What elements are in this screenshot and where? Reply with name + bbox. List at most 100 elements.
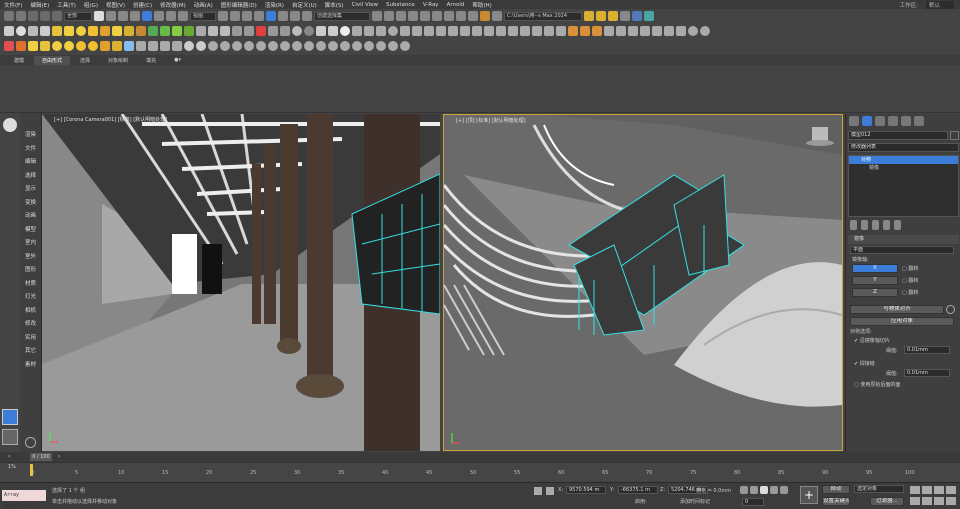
- gradient-sphere-icon[interactable]: [304, 26, 314, 36]
- pill-light-icon[interactable]: [52, 41, 62, 51]
- rect-selection-icon[interactable]: [118, 11, 128, 21]
- current-frame-field[interactable]: 0: [742, 498, 764, 506]
- corona-logo-icon[interactable]: [292, 26, 302, 36]
- set-project-icon[interactable]: [584, 11, 594, 21]
- next-key-icon[interactable]: [770, 486, 778, 494]
- viewport-label[interactable]: [+] [Corona Camera001] [标准] [默认明暗处理]: [54, 116, 167, 123]
- blend-material-icon[interactable]: [268, 41, 278, 51]
- decal-icon[interactable]: [196, 26, 206, 36]
- question-icon[interactable]: [700, 26, 710, 36]
- viewport-camera[interactable]: [+] [Corona Camera001] [标准] [默认明暗处理]: [42, 114, 440, 451]
- weld-seam-checkbox[interactable]: ✔ 焊接缝: [854, 360, 875, 367]
- portal-icon[interactable]: [112, 41, 122, 51]
- lightning-icon[interactable]: [4, 41, 14, 51]
- schematic-view-icon[interactable]: [432, 11, 442, 21]
- add-key-icon[interactable]: +: [800, 486, 818, 504]
- next-frame-icon[interactable]: ›: [58, 453, 60, 460]
- light-dome-icon[interactable]: [100, 26, 110, 36]
- tab-selection[interactable]: 选择: [72, 56, 98, 65]
- cmd-select[interactable]: 选择: [20, 170, 41, 184]
- tab-object-paint[interactable]: 对象绘制: [100, 56, 136, 65]
- vray-logo-icon[interactable]: [340, 26, 350, 36]
- toon-material-icon[interactable]: [292, 41, 302, 51]
- axis-x-button[interactable]: X: [852, 264, 898, 273]
- show-end-result-icon[interactable]: [861, 220, 868, 230]
- cmd-interior[interactable]: 室内: [20, 237, 41, 251]
- teapot-icon[interactable]: [4, 26, 14, 36]
- menu-graph-editors[interactable]: 图形编辑器(D): [221, 1, 257, 9]
- keyboard-shortcut-icon[interactable]: [242, 11, 252, 21]
- rollout-header[interactable]: 镜像: [848, 235, 959, 244]
- utilities-tab-icon[interactable]: [914, 116, 924, 126]
- active-view-icon[interactable]: [632, 11, 642, 21]
- cmd-transform[interactable]: 变换: [20, 197, 41, 211]
- vray-material-icon[interactable]: [244, 41, 254, 51]
- track-bar-icon[interactable]: 1%: [8, 464, 16, 470]
- menu-civil-view[interactable]: Civil View: [352, 2, 378, 8]
- gear-icon[interactable]: [25, 437, 36, 448]
- save-icon[interactable]: [620, 11, 630, 21]
- select-by-name-icon[interactable]: [106, 11, 116, 21]
- bitmap-icon[interactable]: [364, 41, 374, 51]
- scale-nodes-icon[interactable]: [496, 26, 506, 36]
- boolean-icon[interactable]: [628, 26, 638, 36]
- align-to-object-button[interactable]: 与物体对齐: [850, 305, 944, 314]
- modify-tab-icon[interactable]: [862, 116, 872, 126]
- bulb-icon[interactable]: [676, 26, 686, 36]
- snowflake-icon[interactable]: [484, 26, 494, 36]
- ring-icon[interactable]: [220, 41, 230, 51]
- y-coordinate-field[interactable]: -66375.1 m: [618, 486, 658, 494]
- cmd-utility[interactable]: 实用: [20, 332, 41, 346]
- orbit-icon[interactable]: [934, 497, 944, 505]
- curve-editor-icon[interactable]: [420, 11, 430, 21]
- image-icon[interactable]: [568, 26, 578, 36]
- menu-view[interactable]: 视图(V): [106, 1, 125, 9]
- redo-icon[interactable]: [16, 11, 26, 21]
- fill-icon[interactable]: [364, 26, 374, 36]
- menu-group[interactable]: 组(G): [84, 1, 98, 9]
- curve-icon[interactable]: [508, 26, 518, 36]
- render-cloud-icon[interactable]: [492, 11, 502, 21]
- layers-icon[interactable]: [136, 41, 146, 51]
- refresh-icon[interactable]: [946, 305, 955, 314]
- grid-icon[interactable]: [556, 26, 566, 36]
- layered-material-icon[interactable]: [280, 41, 290, 51]
- chaos-scatter-icon[interactable]: [184, 26, 194, 36]
- modifier-list-dropdown[interactable]: 修改器列表: [848, 143, 959, 152]
- display-tab-icon[interactable]: [901, 116, 911, 126]
- move-gizmo-icon[interactable]: [400, 26, 410, 36]
- zoom-all-icon[interactable]: [922, 486, 932, 494]
- cloth-icon[interactable]: [448, 26, 458, 36]
- object-color-swatch[interactable]: [950, 131, 959, 140]
- flag-icon[interactable]: [652, 26, 662, 36]
- select-move-icon[interactable]: [142, 11, 152, 21]
- camera-icon[interactable]: [28, 26, 38, 36]
- stack-item-symmetry[interactable]: 对称: [849, 156, 958, 164]
- apply-object-button[interactable]: 应用对象: [850, 317, 954, 326]
- tag-icon[interactable]: [376, 26, 386, 36]
- flame-icon[interactable]: [16, 41, 26, 51]
- select-manipulate-icon[interactable]: [230, 11, 240, 21]
- select-place-icon[interactable]: [178, 11, 188, 21]
- render-setup-icon[interactable]: [456, 11, 466, 21]
- key-filters-button[interactable]: 过滤器...: [870, 497, 904, 506]
- sky-icon[interactable]: [124, 41, 134, 51]
- prev-frame-icon[interactable]: ‹: [8, 453, 10, 460]
- menu-help[interactable]: 帮助(H): [472, 1, 491, 9]
- zoom-extents-icon[interactable]: [934, 486, 944, 494]
- lightmix-icon[interactable]: [328, 26, 338, 36]
- array-icon[interactable]: [640, 26, 650, 36]
- flip-x-checkbox[interactable]: ▢ 翻转: [902, 265, 918, 272]
- fov-icon[interactable]: [910, 497, 920, 505]
- menu-substance[interactable]: Substance: [386, 2, 415, 8]
- photo-icon[interactable]: [580, 26, 590, 36]
- cmd-exterior[interactable]: 室外: [20, 251, 41, 265]
- remove-modifier-icon[interactable]: [883, 220, 890, 230]
- convert-icon[interactable]: [280, 26, 290, 36]
- pan-icon[interactable]: [424, 26, 434, 36]
- light-rect-icon[interactable]: [64, 26, 74, 36]
- cmd-display[interactable]: 显示: [20, 183, 41, 197]
- material-library-icon[interactable]: [268, 26, 278, 36]
- corona-material-icon[interactable]: [232, 41, 242, 51]
- angle-snap-icon[interactable]: [266, 11, 276, 21]
